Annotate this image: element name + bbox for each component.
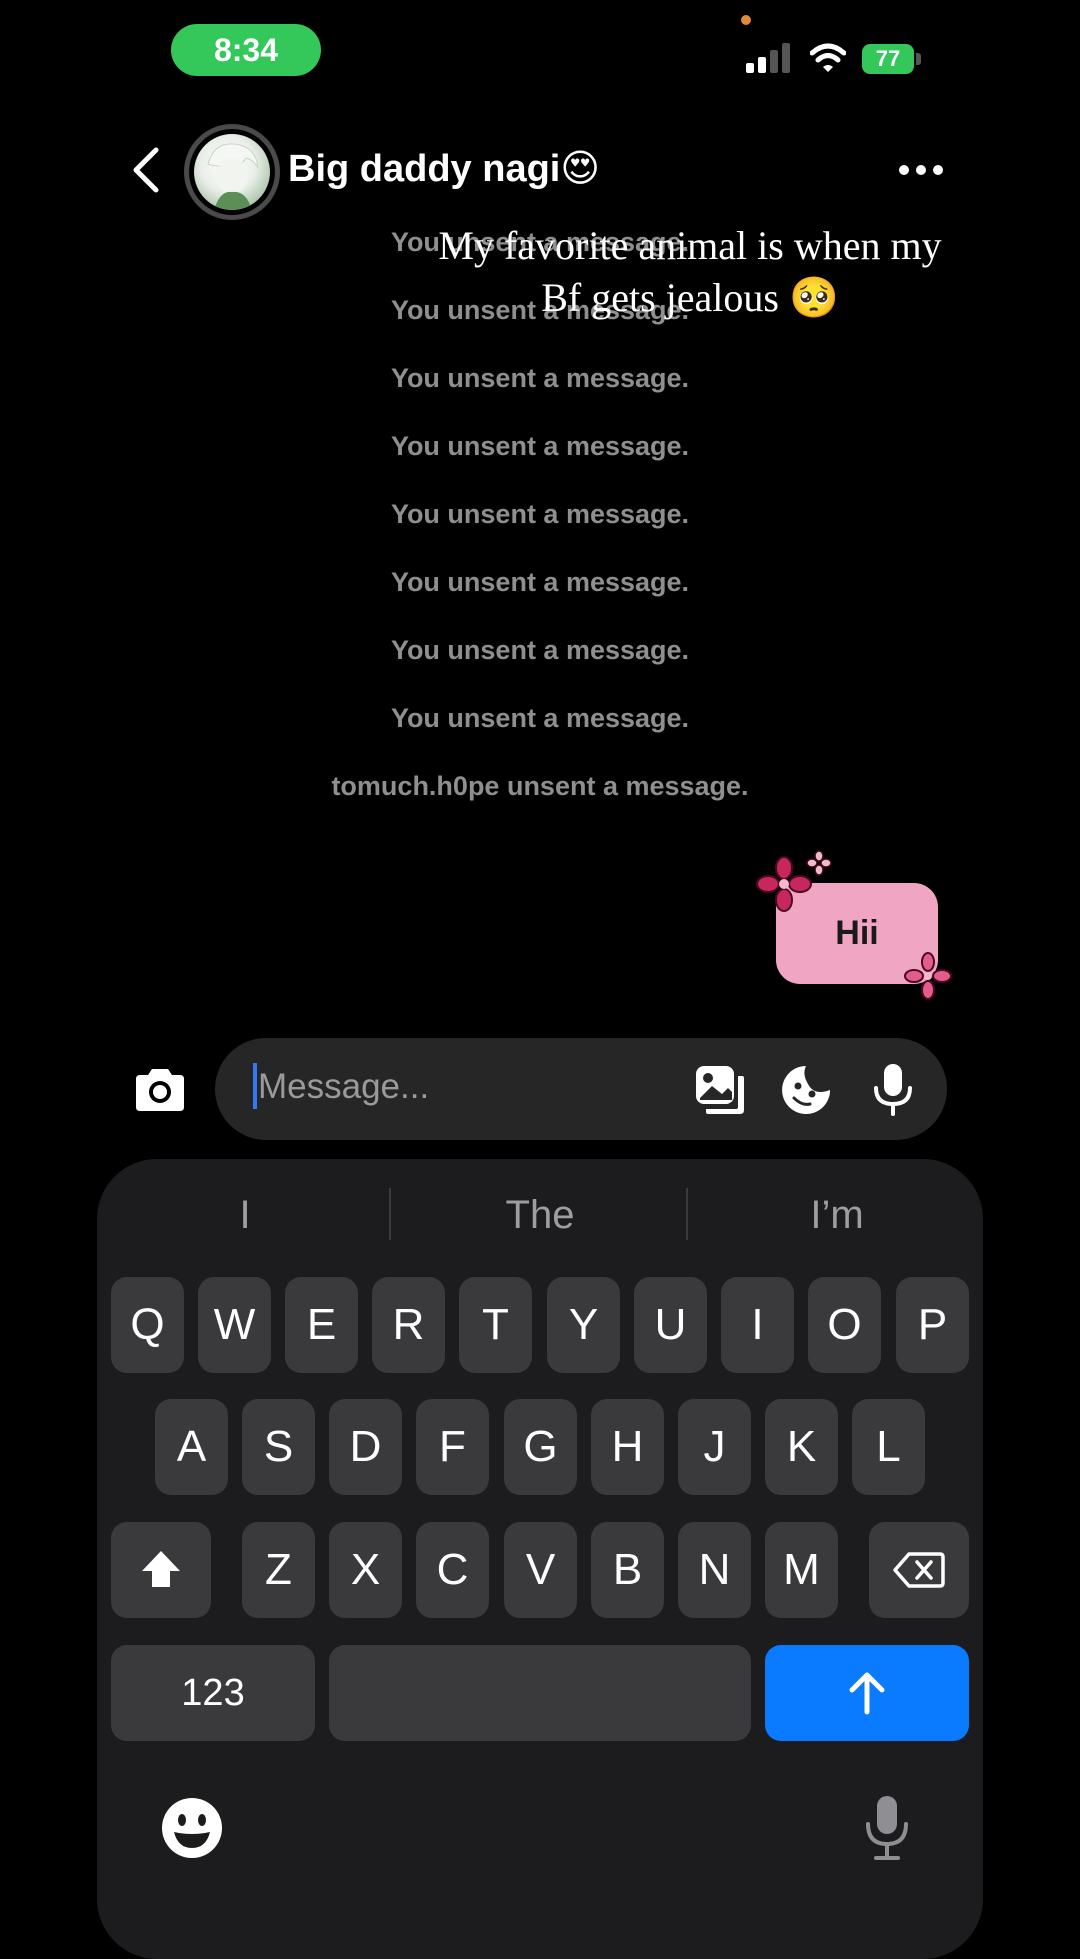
more-options-icon[interactable] (898, 164, 944, 176)
key-m[interactable]: M (765, 1522, 838, 1618)
delete-key[interactable] (869, 1522, 969, 1618)
suggestion-3[interactable]: I’m (692, 1185, 982, 1245)
suggestion-divider (389, 1188, 391, 1240)
key-y[interactable]: Y (547, 1277, 620, 1373)
key-o[interactable]: O (808, 1277, 881, 1373)
dictation-microphone-icon[interactable] (862, 1794, 912, 1864)
unsent-message-notice: You unsent a message. (390, 431, 690, 461)
caption-line: Bf gets jealous 🥺 (541, 275, 839, 320)
microphone-icon[interactable] (868, 1062, 918, 1118)
suggestion-2[interactable]: The (395, 1185, 685, 1245)
key-g[interactable]: G (504, 1399, 577, 1495)
flower-sticker-icon (756, 856, 812, 912)
wifi-icon (810, 43, 846, 72)
key-t[interactable]: T (459, 1277, 532, 1373)
shift-arrow-icon (142, 1551, 180, 1587)
key-z[interactable]: Z (242, 1522, 315, 1618)
camera-icon[interactable] (132, 1065, 188, 1113)
emoji-icon[interactable] (160, 1796, 224, 1860)
key-l[interactable]: L (852, 1399, 925, 1495)
space-key[interactable] (329, 1645, 751, 1741)
contact-name[interactable]: Big daddy nagi😍 (288, 146, 600, 191)
key-p[interactable]: P (896, 1277, 969, 1373)
privacy-indicator-dot (741, 15, 751, 25)
key-b[interactable]: B (591, 1522, 664, 1618)
unsent-message-notice: You unsent a message. (390, 635, 690, 665)
video-caption-overlay: My favorite animal is when my Bf gets je… (380, 220, 1000, 324)
key-a[interactable]: A (155, 1399, 228, 1495)
key-c[interactable]: C (416, 1522, 489, 1618)
key-i[interactable]: I (721, 1277, 794, 1373)
avatar[interactable] (194, 134, 270, 210)
cellular-signal-icon (746, 43, 790, 73)
key-f[interactable]: F (416, 1399, 489, 1495)
key-h[interactable]: H (591, 1399, 664, 1495)
send-key[interactable] (765, 1645, 969, 1741)
unsent-message-notice: You unsent a message. (390, 499, 690, 529)
avatar-illustration (207, 143, 259, 210)
key-x[interactable]: X (329, 1522, 402, 1618)
key-s[interactable]: S (242, 1399, 315, 1495)
key-q[interactable]: Q (111, 1277, 184, 1373)
backspace-icon (893, 1552, 945, 1588)
sticker-icon[interactable] (780, 1064, 832, 1116)
battery-indicator: 77 (862, 44, 914, 74)
gallery-icon[interactable] (694, 1064, 746, 1116)
suggestion-1[interactable]: I (110, 1185, 380, 1245)
numbers-key[interactable]: 123 (111, 1645, 315, 1741)
unsent-message-notice: You unsent a message. (390, 567, 690, 597)
status-time: 8:34 (171, 24, 321, 76)
flower-sticker-icon (904, 952, 952, 1000)
unsent-message-notice: You unsent a message. (390, 703, 690, 733)
back-chevron-icon[interactable] (126, 146, 166, 194)
key-d[interactable]: D (329, 1399, 402, 1495)
key-e[interactable]: E (285, 1277, 358, 1373)
unsent-message-notice: You unsent a message. (390, 363, 690, 393)
shift-key[interactable] (111, 1522, 211, 1618)
send-arrow-icon (849, 1672, 885, 1715)
unsent-message-notice: tomuch.h0pe unsent a message. (331, 771, 749, 801)
key-r[interactable]: R (372, 1277, 445, 1373)
battery-cap (916, 53, 921, 65)
text-cursor (253, 1063, 257, 1109)
key-j[interactable]: J (678, 1399, 751, 1495)
key-w[interactable]: W (198, 1277, 271, 1373)
suggestion-divider (686, 1188, 688, 1240)
key-u[interactable]: U (634, 1277, 707, 1373)
key-v[interactable]: V (504, 1522, 577, 1618)
caption-line: My favorite animal is when my (438, 223, 942, 268)
message-input[interactable] (258, 1058, 658, 1116)
key-k[interactable]: K (765, 1399, 838, 1495)
small-flower-icon (806, 850, 832, 876)
key-n[interactable]: N (678, 1522, 751, 1618)
